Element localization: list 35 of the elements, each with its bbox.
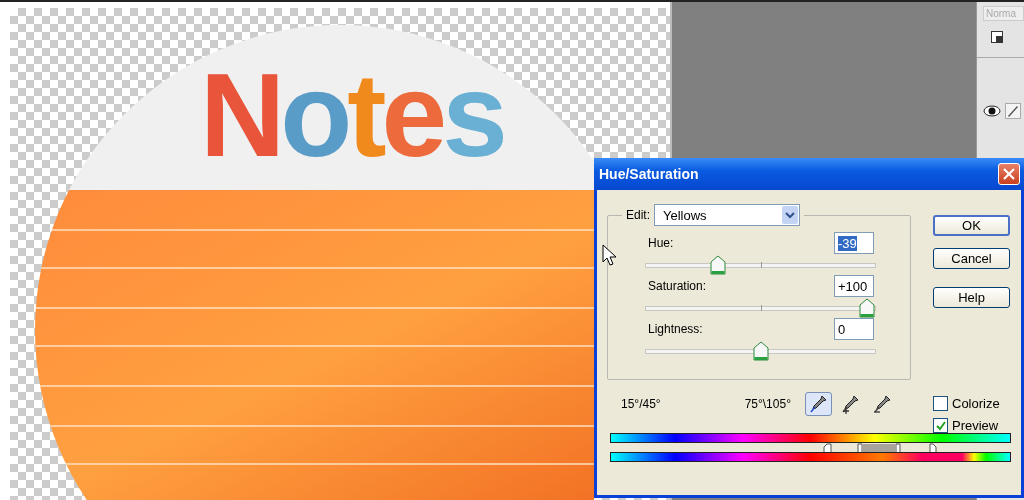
option-label: Preview: [952, 418, 999, 433]
new-layer-icon[interactable]: [991, 31, 1003, 43]
canvas-title: Notes: [200, 56, 503, 174]
brush-icon[interactable]: [1005, 102, 1021, 119]
eyedropper-icon: [872, 394, 893, 414]
slider-label: Hue:: [648, 236, 674, 250]
slider-thumb[interactable]: [859, 298, 875, 318]
dialog-button[interactable]: OK: [933, 215, 1010, 236]
option-checkbox[interactable]: Preview: [933, 418, 1011, 433]
dialog-title: Hue/Saturation: [599, 166, 699, 182]
range-end-text: 75°\105°: [744, 397, 791, 411]
mouse-pointer-icon: [602, 244, 616, 266]
eyedropper-icon: [808, 394, 829, 414]
slider-label: Lightness:: [648, 322, 703, 336]
slider-thumb[interactable]: [709, 255, 726, 275]
edit-label: Edit:: [626, 208, 650, 222]
close-button[interactable]: [998, 163, 1020, 185]
value-field[interactable]: 0: [834, 318, 874, 340]
slider-thumb[interactable]: [752, 341, 769, 361]
checkbox[interactable]: [933, 418, 948, 433]
option-checkbox[interactable]: Colorize: [933, 396, 1011, 411]
dialog-button[interactable]: Cancel: [933, 248, 1010, 269]
range-start-text: 15°/45°: [621, 397, 661, 411]
eyedropper-button[interactable]: [804, 392, 832, 416]
slider-label: Saturation:: [648, 279, 707, 293]
caret-icon: [785, 211, 795, 219]
value-field[interactable]: +100: [834, 275, 874, 297]
close-icon: [1003, 168, 1015, 180]
checkbox[interactable]: [933, 396, 948, 411]
eye-icon[interactable]: [983, 102, 1001, 119]
edit-dropdown[interactable]: Yellows: [654, 204, 800, 226]
option-label: Colorize: [952, 396, 1000, 411]
eyedropper-icon: [840, 394, 861, 414]
value-field[interactable]: -39: [834, 232, 874, 254]
dialog-button[interactable]: Help: [933, 287, 1010, 308]
